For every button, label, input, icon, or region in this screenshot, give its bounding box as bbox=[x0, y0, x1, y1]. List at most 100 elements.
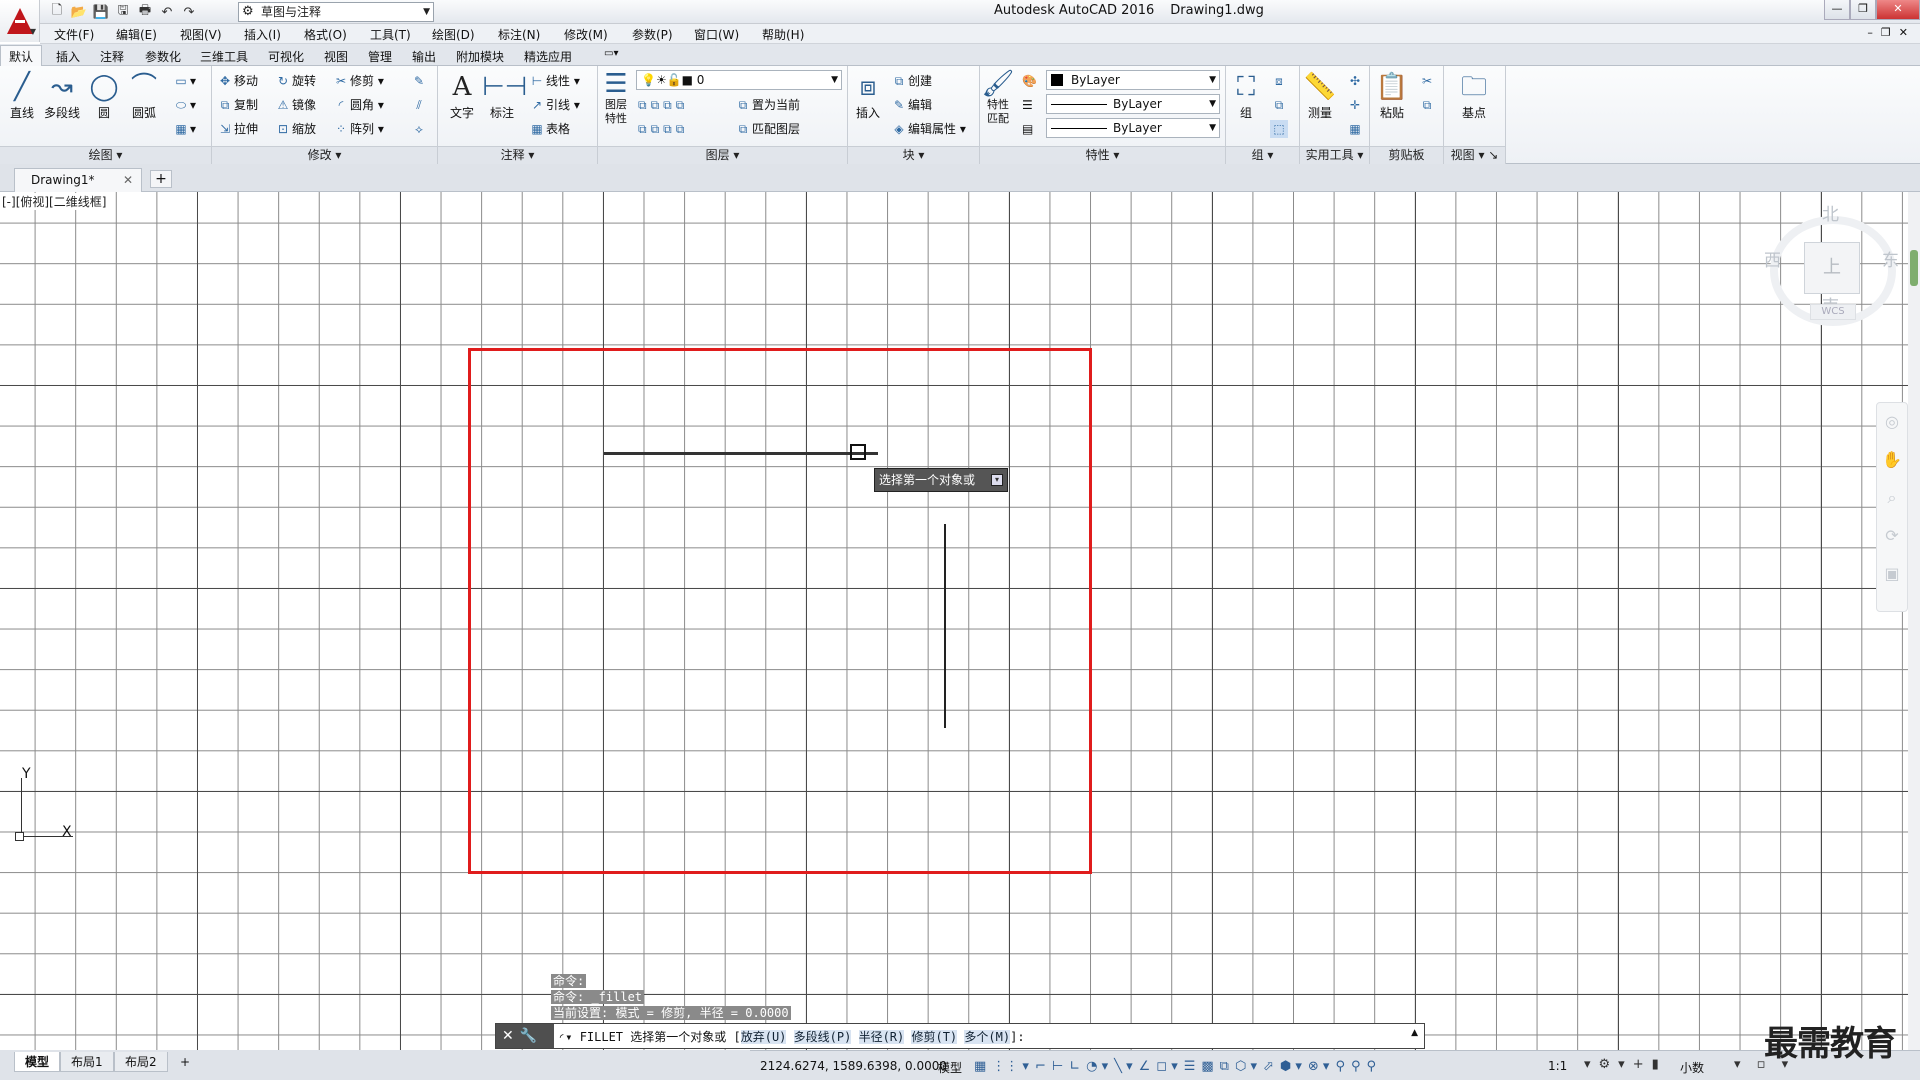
trim-button[interactable]: ✂ 修剪 ▾ bbox=[332, 72, 384, 90]
group-button[interactable]: ⛶ 组 bbox=[1226, 70, 1266, 121]
redo-icon[interactable]: ↷ bbox=[180, 3, 198, 21]
add-layout-button[interactable]: + bbox=[170, 1052, 200, 1072]
layer-properties-button[interactable]: ☰ 图层特性 bbox=[598, 70, 634, 126]
viewport-controls-label[interactable]: [-][俯视][二维线框] bbox=[2, 193, 107, 210]
table-button[interactable]: ▦ 表格 bbox=[528, 120, 570, 138]
zoom-icon[interactable]: ⌕ bbox=[1877, 479, 1907, 517]
wrench-icon[interactable]: 🔧 bbox=[520, 1028, 543, 1044]
ortho-icon[interactable]: ∟ bbox=[1069, 1059, 1080, 1074]
menu-parametric[interactable]: 参数(P) bbox=[632, 26, 673, 43]
menu-modify[interactable]: 修改(M) bbox=[564, 26, 608, 43]
annotation-autoscale-icon[interactable]: ⚲ bbox=[1367, 1059, 1377, 1074]
dimension-button[interactable]: ⊢⊣ 标注 bbox=[482, 70, 527, 121]
compass-north[interactable]: 北 bbox=[1822, 200, 1839, 225]
menu-file[interactable]: 文件(F) bbox=[54, 26, 94, 43]
groups-panel-title[interactable]: 组 ▾ bbox=[1226, 146, 1299, 164]
group-select-icon[interactable]: ⬚ bbox=[1270, 120, 1288, 138]
save-as-icon[interactable]: 🖫 bbox=[114, 3, 132, 21]
color-dropdown[interactable]: ByLayer ▼ bbox=[1046, 70, 1220, 90]
create-block-button[interactable]: ⧉ 创建 bbox=[890, 72, 932, 90]
infer-icon[interactable]: ⌐ bbox=[1035, 1059, 1046, 1074]
scale-button[interactable]: ⊡ 缩放 bbox=[274, 120, 316, 138]
hatch-icon[interactable]: ▦ ▾ bbox=[172, 120, 196, 138]
tab-output[interactable]: 输出 bbox=[412, 48, 436, 65]
move-button[interactable]: ✥ 移动 bbox=[216, 72, 258, 90]
compass-east[interactable]: 东 bbox=[1882, 246, 1899, 271]
tab-model[interactable]: 模型 bbox=[14, 1052, 61, 1072]
array-button[interactable]: ⁘ 阵列 ▾ bbox=[332, 120, 384, 138]
snap-icon[interactable]: ⋮⋮ ▾ bbox=[992, 1059, 1029, 1074]
dynamic-ucs-icon[interactable]: ⬀ bbox=[1263, 1059, 1274, 1074]
mirror-button[interactable]: ⚠ 镜像 bbox=[274, 96, 316, 114]
annotation-visibility-icon[interactable]: ⚲ bbox=[1335, 1059, 1345, 1074]
ungroup-icon[interactable]: ⧈ bbox=[1270, 72, 1288, 90]
option-undo[interactable]: 放弃(U) bbox=[740, 1030, 787, 1044]
annotation-panel-title[interactable]: 注释 ▾ bbox=[438, 146, 597, 164]
color-wheel-icon[interactable]: 🎨 bbox=[1022, 72, 1037, 90]
vertical-line-object[interactable] bbox=[944, 524, 946, 728]
rectangle-icon[interactable]: ▭ ▾ bbox=[172, 72, 196, 90]
circle-button[interactable]: ◯ 圆 bbox=[84, 70, 124, 121]
open-file-icon[interactable]: 📂 bbox=[70, 3, 88, 21]
option-trim[interactable]: 修剪(T) bbox=[911, 1030, 958, 1044]
showmotion-icon[interactable]: ▣ bbox=[1877, 555, 1907, 593]
workspace-select[interactable]: ⚙ 草图与注释 ▼ bbox=[238, 2, 434, 22]
tab-parametric[interactable]: 参数化 bbox=[145, 48, 181, 65]
utilities-panel-title[interactable]: 实用工具 ▾ bbox=[1300, 146, 1369, 164]
tab-addins[interactable]: 附加模块 bbox=[456, 48, 504, 65]
osnap-icon[interactable]: ◻ ▾ bbox=[1156, 1059, 1177, 1074]
close-icon[interactable]: ✕ bbox=[502, 1028, 520, 1044]
leader-button[interactable]: ↗ 引线 ▾ bbox=[528, 96, 580, 114]
layer-tools-row1[interactable]: ⧉⧉⧉⧉ bbox=[638, 96, 688, 114]
application-menu-button[interactable]: ▼ bbox=[0, 0, 40, 42]
layers-panel-title[interactable]: 图层 ▾ bbox=[598, 146, 847, 164]
stretch-button[interactable]: ⇲ 拉伸 bbox=[216, 120, 258, 138]
menu-window[interactable]: 窗口(W) bbox=[694, 26, 739, 43]
menu-edit[interactable]: 编辑(E) bbox=[116, 26, 157, 43]
close-icon[interactable]: ✕ bbox=[123, 169, 133, 191]
menu-dimension[interactable]: 标注(N) bbox=[498, 26, 540, 43]
selection-cycling-icon[interactable]: ⧉ bbox=[1220, 1059, 1229, 1074]
match-layer-button[interactable]: ⧉ 匹配图层 bbox=[734, 120, 800, 138]
tab-layout1[interactable]: 布局1 bbox=[60, 1052, 114, 1072]
undo-icon[interactable]: ↶ bbox=[158, 3, 176, 21]
set-current-button[interactable]: ⧉ 置为当前 bbox=[734, 96, 800, 114]
minimize-button[interactable]: — bbox=[1824, 0, 1850, 20]
close-button[interactable]: ✕ bbox=[1876, 0, 1920, 20]
view-panel-title[interactable]: 视图 ▾ ↘ bbox=[1444, 146, 1505, 164]
linear-button[interactable]: ⊢ 线性 ▾ bbox=[528, 72, 580, 90]
menu-tools[interactable]: 工具(T) bbox=[370, 26, 411, 43]
new-file-icon[interactable]: 🗋 bbox=[48, 3, 66, 21]
base-view-button[interactable]: 🗀 基点 bbox=[1454, 70, 1494, 121]
properties-panel-title[interactable]: 特性 ▾ bbox=[980, 146, 1225, 164]
annotation-scale-icon[interactable]: ⚲ bbox=[1351, 1059, 1361, 1074]
menu-insert[interactable]: 插入(I) bbox=[244, 26, 281, 43]
edit-attributes-button[interactable]: ◈ 编辑属性 ▾ bbox=[890, 120, 965, 138]
draw-panel-title[interactable]: 绘图 ▾ bbox=[0, 146, 211, 164]
arc-button[interactable]: ⌒ 圆弧 bbox=[124, 70, 164, 121]
tab-view[interactable]: 视图 bbox=[324, 48, 348, 65]
menu-draw[interactable]: 绘图(D) bbox=[432, 26, 475, 43]
workspace-controls[interactable]: ▾⚙▾+▮ bbox=[1584, 1057, 1667, 1072]
measure-button[interactable]: 📏 测量 bbox=[1300, 70, 1340, 121]
chevron-down-icon[interactable]: ▾ bbox=[991, 474, 1003, 486]
compass-west[interactable]: 西 bbox=[1764, 246, 1781, 271]
3d-osnap-icon[interactable]: ⬡ ▾ bbox=[1235, 1059, 1257, 1074]
pan-icon[interactable]: ✋ bbox=[1877, 441, 1907, 479]
line-button[interactable]: ╱ 直线 bbox=[2, 70, 42, 121]
copy-button[interactable]: ⧉ 复制 bbox=[216, 96, 258, 114]
coordinates-readout[interactable]: 2124.6274, 1589.6398, 0.0000 bbox=[760, 1059, 947, 1073]
file-tab-drawing1[interactable]: Drawing1* ✕ bbox=[14, 168, 142, 192]
model-space-button[interactable]: 模型 bbox=[938, 1059, 962, 1076]
copy-clip-icon[interactable]: ⧉ bbox=[1418, 96, 1436, 114]
isodraft-icon[interactable]: ╲ ▾ bbox=[1114, 1059, 1132, 1074]
mdi-controls[interactable]: –❐✕ bbox=[1867, 26, 1916, 39]
tab-3d-tools[interactable]: 三维工具 bbox=[200, 48, 248, 65]
option-multiple[interactable]: 多个(M) bbox=[964, 1030, 1011, 1044]
tab-home[interactable]: 默认 bbox=[0, 45, 43, 66]
ellipse-icon[interactable]: ⬭ ▾ bbox=[172, 96, 196, 114]
menu-view[interactable]: 视图(V) bbox=[180, 26, 222, 43]
new-tab-button[interactable]: + bbox=[150, 170, 172, 188]
units-selector[interactable]: 小数 bbox=[1680, 1059, 1704, 1076]
lineweight-toggle-icon[interactable]: ☰ bbox=[1184, 1059, 1196, 1074]
